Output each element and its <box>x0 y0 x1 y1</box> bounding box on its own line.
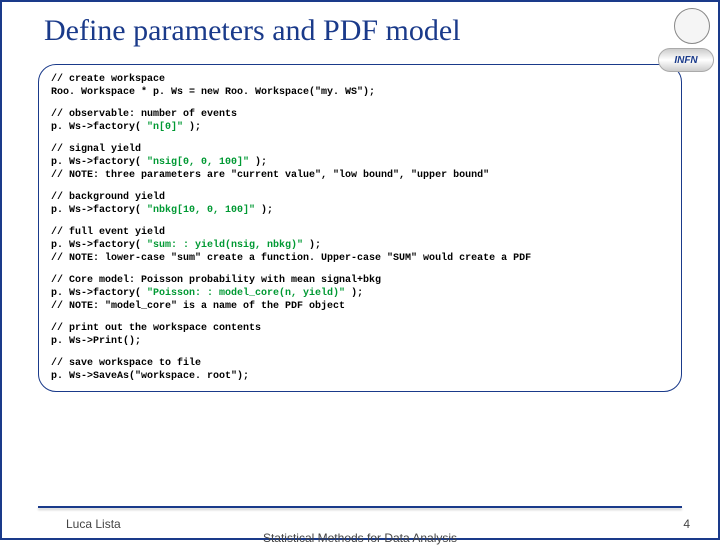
string-literal: "nsig[0, 0, 100]" <box>147 157 249 168</box>
code-line: p. Ws->factory( "nsig[0, 0, 100]" ); <box>51 156 669 169</box>
code-note: // NOTE: lower-case "sum" create a funct… <box>51 252 669 265</box>
code-note: // NOTE: "model_core" is a name of the P… <box>51 300 669 313</box>
code-line: Roo. Workspace * p. Ws = new Roo. Worksp… <box>51 86 669 99</box>
seal-logo <box>674 8 710 44</box>
string-literal: "sum: : yield(nsig, nbkg)" <box>147 240 303 251</box>
infn-logo: INFN <box>658 48 714 72</box>
string-literal: "Poisson: : model_core(n, yield)" <box>147 288 345 299</box>
code-comment: // print out the workspace contents <box>51 322 669 335</box>
string-literal: "n[0]" <box>147 122 183 133</box>
code-note: // NOTE: three parameters are "current v… <box>51 169 669 182</box>
code-line: p. Ws->factory( "nbkg[10, 0, 100]" ); <box>51 204 669 217</box>
slide-number: 4 <box>683 517 690 531</box>
string-literal: "nbkg[10, 0, 100]" <box>147 205 255 216</box>
code-line: p. Ws->Print(); <box>51 335 669 348</box>
slide-title: Define parameters and PDF model <box>2 2 718 48</box>
code-line: p. Ws->SaveAs("workspace. root"); <box>51 370 669 383</box>
code-comment: // create workspace <box>51 73 669 86</box>
code-comment: // Core model: Poisson probability with … <box>51 274 669 287</box>
code-line: p. Ws->factory( "Poisson: : model_core(n… <box>51 287 669 300</box>
code-comment: // observable: number of events <box>51 108 669 121</box>
footer-title: Statistical Methods for Data Analysis <box>2 531 718 545</box>
code-line: p. Ws->factory( "sum: : yield(nsig, nbkg… <box>51 239 669 252</box>
footer-author: Luca Lista <box>66 517 121 531</box>
code-comment: // background yield <box>51 191 669 204</box>
footer-rule <box>38 506 682 508</box>
code-comment: // save workspace to file <box>51 357 669 370</box>
code-box: // create workspace Roo. Workspace * p. … <box>38 64 682 392</box>
code-line: p. Ws->factory( "n[0]" ); <box>51 121 669 134</box>
code-comment: // full event yield <box>51 226 669 239</box>
code-comment: // signal yield <box>51 143 669 156</box>
